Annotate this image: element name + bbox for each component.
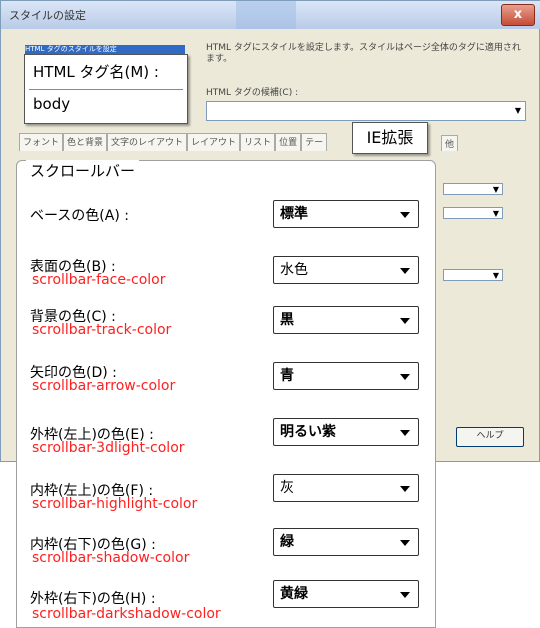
track-color-css-name: scrollbar-track-color (32, 322, 172, 338)
arrow-color-value: 青 (280, 368, 294, 384)
shadow-color-css-name: scrollbar-shadow-color (32, 550, 190, 566)
highlight-color-select[interactable]: 灰 (273, 474, 419, 502)
3dlight-color-css-name: scrollbar-3dlight-color (32, 440, 185, 456)
scrollbar-group-title: スクロールバー (26, 160, 140, 181)
face-color-value: 水色 (280, 262, 308, 278)
chevron-down-icon (400, 592, 410, 598)
background-combobox-2[interactable]: ▼ (443, 207, 503, 219)
face-color-select[interactable]: 水色 (273, 256, 419, 284)
description-text: HTML タグにスタイルを設定します。スタイルはページ全体のタグに適用されます。 (206, 43, 521, 64)
track-color-value: 黒 (280, 312, 294, 328)
chevron-down-icon (400, 268, 410, 274)
window-title: スタイルの設定 (9, 9, 86, 22)
background-combobox-1[interactable]: ▼ (443, 183, 503, 195)
3dlight-color-value: 明るい紫 (280, 424, 336, 440)
darkshadow-color-value: 黄緑 (280, 586, 308, 602)
tab-list[interactable]: リスト (240, 133, 276, 151)
darkshadow-color-select[interactable]: 黄緑 (273, 580, 419, 608)
darkshadow-color-label: 外枠(右下)の色(H) : (30, 591, 156, 607)
highlight-color-css-name: scrollbar-highlight-color (32, 496, 198, 512)
tab-color-background[interactable]: 色と背景 (63, 133, 108, 151)
tag-list-selected-item[interactable]: HTML タグのスタイルを設定 (25, 45, 185, 54)
tab-layout[interactable]: レイアウト (187, 133, 241, 151)
face-color-css-name: scrollbar-face-color (32, 272, 166, 288)
track-color-select[interactable]: 黒 (273, 306, 419, 334)
tab-position[interactable]: 位置 (275, 133, 302, 151)
tag-name-label: HTML タグ名(M) : (33, 63, 159, 81)
shadow-color-value: 緑 (280, 534, 294, 550)
candidate-label: HTML タグの候補(C) : (206, 88, 299, 98)
shadow-color-select[interactable]: 緑 (273, 528, 419, 556)
chevron-down-icon (400, 486, 410, 492)
highlight-color-value: 灰 (280, 480, 294, 496)
chevron-down-icon (400, 374, 410, 380)
base-color-value: 標準 (280, 206, 308, 222)
chevron-down-icon (400, 318, 410, 324)
base-color-label: ベースの色(A) : (30, 208, 129, 224)
arrow-color-select[interactable]: 青 (273, 362, 419, 390)
help-button[interactable]: ヘルプ (456, 427, 524, 447)
chevron-down-icon (400, 212, 410, 218)
tab-strip: フォント 色と背景 文字のレイアウト レイアウト リスト 位置 テー (19, 133, 328, 151)
arrow-color-css-name: scrollbar-arrow-color (32, 378, 176, 394)
close-button[interactable]: x (501, 4, 535, 26)
tag-name-field[interactable]: body (29, 89, 183, 117)
tab-text-layout[interactable]: 文字のレイアウト (107, 133, 188, 151)
chevron-down-icon (400, 430, 410, 436)
candidate-combobox[interactable]: ▼ (206, 101, 526, 121)
tag-name-callout: HTML タグ名(M) : body (24, 54, 188, 124)
base-color-select[interactable]: 標準 (273, 200, 419, 228)
chevron-down-icon (400, 540, 410, 546)
tab-other[interactable]: 他 (441, 135, 459, 151)
tab-font[interactable]: フォント (19, 133, 64, 151)
title-blur-region (236, 1, 296, 29)
background-combobox-3[interactable]: ▼ (443, 269, 503, 281)
darkshadow-color-css-name: scrollbar-darkshadow-color (32, 606, 221, 622)
3dlight-color-select[interactable]: 明るい紫 (273, 418, 419, 446)
ie-extension-tab-callout[interactable]: IE拡張 (352, 122, 428, 154)
chevron-down-icon[interactable]: ▼ (515, 106, 521, 115)
tab-table[interactable]: テー (301, 133, 328, 151)
